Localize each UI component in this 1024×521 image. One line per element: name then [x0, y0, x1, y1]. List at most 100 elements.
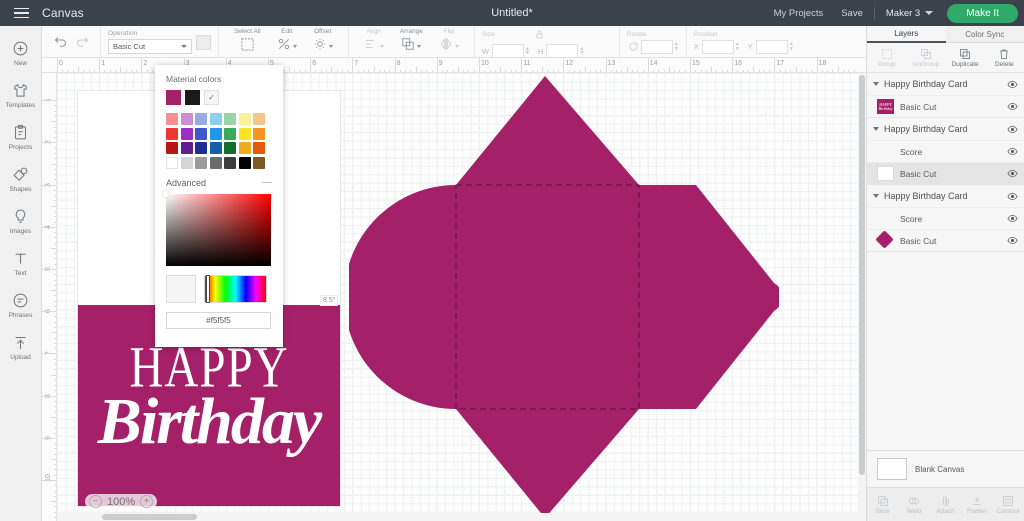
- eye-icon[interactable]: [1006, 78, 1018, 90]
- caret-down-icon[interactable]: [873, 82, 879, 86]
- operation-color-swatch[interactable]: [196, 34, 211, 50]
- color-swatch[interactable]: [209, 156, 222, 169]
- scrollbar-thumb[interactable]: [859, 75, 865, 475]
- color-swatch[interactable]: [195, 156, 207, 169]
- primary-swatch[interactable]: [185, 90, 200, 105]
- tool-weld-button[interactable]: Weld: [898, 488, 929, 521]
- align-button[interactable]: Align: [356, 26, 392, 58]
- size-w-input[interactable]: [491, 44, 524, 58]
- color-swatch[interactable]: [209, 142, 222, 154]
- rotate-input[interactable]: [640, 39, 673, 54]
- primary-swatch[interactable]: ✓: [204, 90, 219, 105]
- operation-select[interactable]: Basic Cut: [108, 39, 192, 54]
- sidebar-item-upload[interactable]: Upload: [0, 326, 42, 368]
- size-h-stepper[interactable]: ▲ ▼: [579, 46, 584, 56]
- select-all-button[interactable]: Select All: [226, 26, 269, 58]
- flip-button[interactable]: Flip: [431, 26, 467, 58]
- tool-contour-button[interactable]: Contour: [993, 488, 1024, 521]
- color-swatch[interactable]: [195, 113, 207, 125]
- size-w-stepper[interactable]: ▲ ▼: [525, 46, 530, 56]
- layer-row[interactable]: Basic Cut: [867, 162, 1024, 184]
- machine-selector[interactable]: Maker 3: [877, 8, 939, 19]
- color-swatch[interactable]: [238, 142, 251, 154]
- caret-down-icon[interactable]: [873, 194, 879, 198]
- sidebar-item-text[interactable]: Text: [0, 242, 42, 284]
- tool-flatten-button[interactable]: Flatten: [961, 488, 992, 521]
- envelope-shape[interactable]: [349, 73, 779, 521]
- scrollbar-thumb[interactable]: [102, 514, 197, 520]
- hue-slider-handle[interactable]: [206, 274, 210, 303]
- lock-icon[interactable]: [535, 26, 544, 44]
- duplicate-button[interactable]: Duplicate: [946, 43, 985, 72]
- vertical-ruler[interactable]: 12345678910: [42, 73, 57, 521]
- color-swatch[interactable]: [209, 113, 222, 125]
- color-swatch[interactable]: [180, 156, 193, 169]
- hex-color-input[interactable]: #f5f5f5: [166, 311, 271, 329]
- sv-selector-handle[interactable]: [162, 190, 170, 197]
- color-swatch[interactable]: [238, 113, 251, 125]
- color-swatch[interactable]: [253, 156, 265, 169]
- color-swatch[interactable]: [166, 142, 178, 154]
- tool-attach-button[interactable]: Attach: [930, 488, 961, 521]
- tab-layers[interactable]: Layers: [867, 26, 946, 43]
- hue-slider[interactable]: [204, 274, 267, 303]
- zoom-in-icon[interactable]: +: [140, 495, 154, 508]
- canvas-horizontal-scrollbar[interactable]: [57, 513, 866, 521]
- color-swatch[interactable]: [195, 127, 207, 140]
- layer-group-header[interactable]: Happy Birthday Card: [867, 118, 1024, 140]
- rotate-icon[interactable]: [627, 40, 641, 54]
- color-swatch[interactable]: [224, 142, 236, 154]
- sidebar-item-projects[interactable]: Projects: [0, 116, 42, 158]
- color-swatch[interactable]: [180, 142, 193, 154]
- blank-canvas-row[interactable]: Blank Canvas: [867, 451, 1024, 487]
- undo-icon[interactable]: [49, 31, 71, 53]
- group-button[interactable]: Group: [867, 43, 906, 72]
- eye-icon[interactable]: [1006, 123, 1018, 135]
- saturation-value-field[interactable]: [162, 190, 271, 266]
- my-projects-link[interactable]: My Projects: [765, 8, 833, 19]
- delete-button[interactable]: Delete: [985, 43, 1024, 72]
- minus-icon[interactable]: —: [262, 177, 272, 187]
- sidebar-item-templates[interactable]: Templates: [0, 74, 42, 116]
- layer-row[interactable]: Basic Cut: [867, 229, 1024, 251]
- color-swatch[interactable]: [224, 156, 236, 169]
- position-x-stepper[interactable]: ▲ ▼: [735, 42, 740, 52]
- eye-icon[interactable]: [1006, 101, 1018, 113]
- color-swatch[interactable]: [180, 127, 193, 140]
- position-y-input[interactable]: [755, 39, 788, 54]
- eye-icon[interactable]: [1006, 213, 1018, 225]
- eye-icon[interactable]: [1006, 190, 1018, 202]
- color-swatch[interactable]: [238, 127, 251, 140]
- color-swatch[interactable]: [238, 156, 251, 169]
- sidebar-item-images[interactable]: Images: [0, 200, 42, 242]
- redo-icon[interactable]: [71, 31, 93, 53]
- color-swatch[interactable]: [195, 142, 207, 154]
- color-swatch[interactable]: [253, 127, 265, 140]
- position-y-stepper[interactable]: ▲ ▼: [789, 42, 794, 52]
- color-swatch[interactable]: [209, 127, 222, 140]
- color-swatch[interactable]: [224, 113, 236, 125]
- canvas-vertical-scrollbar[interactable]: [858, 73, 866, 513]
- layers-list[interactable]: Happy Birthday Card HAPPY Birthday Basic Cu…: [867, 73, 1024, 450]
- rotate-stepper[interactable]: ▲ ▼: [674, 42, 679, 52]
- position-x-input[interactable]: [701, 39, 734, 54]
- eye-icon[interactable]: [1006, 168, 1018, 180]
- color-swatch[interactable]: [166, 127, 178, 140]
- save-button[interactable]: Save: [832, 8, 872, 19]
- color-swatch[interactable]: [166, 113, 178, 125]
- color-swatch[interactable]: [224, 127, 236, 140]
- canvas-color-swatch[interactable]: [877, 458, 907, 480]
- offset-button[interactable]: Offset: [305, 26, 341, 58]
- color-swatch[interactable]: [253, 113, 265, 125]
- color-swatch[interactable]: [180, 113, 193, 125]
- caret-down-icon[interactable]: [873, 127, 879, 131]
- layer-row[interactable]: Score: [867, 207, 1024, 229]
- tab-color-sync[interactable]: Color Sync: [945, 26, 1024, 43]
- layer-row[interactable]: Score: [867, 140, 1024, 162]
- primary-swatch[interactable]: [166, 90, 181, 105]
- eye-icon[interactable]: [1006, 146, 1018, 158]
- layer-group-header[interactable]: Happy Birthday Card: [867, 73, 1024, 95]
- color-swatch[interactable]: [166, 156, 178, 169]
- eye-icon[interactable]: [1006, 235, 1018, 247]
- tool-slice-button[interactable]: Slice: [867, 488, 898, 521]
